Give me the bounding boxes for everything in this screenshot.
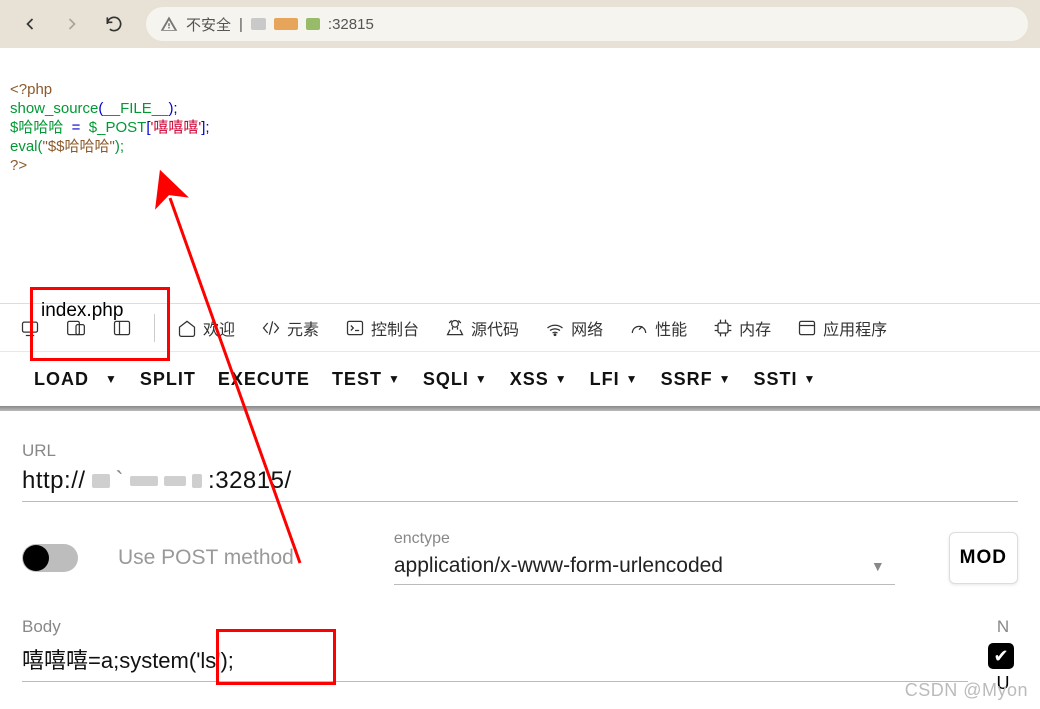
chevron-down-icon: ▼ xyxy=(626,372,639,386)
watermark: CSDN @Myon xyxy=(905,680,1028,701)
page-content: <?php show_source(__FILE__); $哈哈哈 = $_PO… xyxy=(0,48,1040,303)
redacted xyxy=(130,476,158,486)
tab-network[interactable]: 网络 xyxy=(537,304,611,351)
code-token: <?php xyxy=(10,81,52,98)
split-button[interactable]: SPLIT xyxy=(136,369,200,390)
redacted xyxy=(164,476,186,486)
browser-toolbar: 不安全 | :32815 xyxy=(0,0,1040,48)
tab-performance[interactable]: 性能 xyxy=(621,304,695,351)
redacted-host xyxy=(306,18,320,30)
annotation-box: index.php xyxy=(30,287,170,361)
tab-sources[interactable]: 源代码 xyxy=(437,304,527,351)
redacted-host xyxy=(251,18,266,30)
chevron-down-icon: ▼ xyxy=(388,372,401,386)
address-suffix: :32815 xyxy=(328,16,374,33)
annotation-box xyxy=(216,629,336,685)
security-label: 不安全 xyxy=(186,14,231,35)
url-label: URL xyxy=(22,441,1018,461)
code-token: ); xyxy=(115,138,124,155)
code-token: '嘻嘻嘻' xyxy=(150,119,201,136)
enctype-select[interactable]: application/x-www-form-urlencoded ▼ xyxy=(394,548,895,585)
code-token: ); xyxy=(168,100,177,117)
post-toggle-label: Use POST method xyxy=(118,546,294,570)
body-label: Body xyxy=(22,617,968,637)
chevron-down-icon: ▼ xyxy=(719,372,732,386)
mod-button[interactable]: MOD xyxy=(949,532,1018,584)
tab-welcome[interactable]: 欢迎 xyxy=(169,304,243,351)
redacted-host xyxy=(274,18,298,30)
warning-icon xyxy=(160,15,178,33)
tab-memory[interactable]: 内存 xyxy=(705,304,779,351)
chevron-down-icon: ▼ xyxy=(105,372,118,386)
redacted xyxy=(192,474,202,488)
code-token: ?> xyxy=(10,157,27,174)
body-input[interactable]: 嘻嘻嘻=a;system('ls'); xyxy=(22,643,968,682)
code-token: "$$哈哈哈" xyxy=(43,138,115,155)
lfi-dropdown[interactable]: LFI▼ xyxy=(586,369,643,390)
url-input[interactable]: http:// ` :32815/ xyxy=(22,467,1018,502)
code-token: show_source xyxy=(10,100,98,117)
chevron-down-icon: ▼ xyxy=(871,558,885,574)
test-dropdown[interactable]: TEST▼ xyxy=(328,369,405,390)
code-token: $_POST xyxy=(89,119,147,136)
chevron-down-icon: ▼ xyxy=(555,372,568,386)
chevron-down-icon: ▼ xyxy=(475,372,488,386)
code-token: __FILE__ xyxy=(103,100,168,117)
tab-console[interactable]: 控制台 xyxy=(337,304,427,351)
ssrf-dropdown[interactable]: SSRF▼ xyxy=(657,369,736,390)
request-panel: URL http:// ` :32815/ Use POST method en… xyxy=(0,411,1040,694)
post-toggle[interactable] xyxy=(22,544,78,572)
load-button[interactable]: LOAD▼ xyxy=(30,369,122,390)
execute-button[interactable]: EXECUTE xyxy=(214,369,314,390)
devtools: 欢迎 元素 控制台 源代码 网络 性能 内存 应用程序 LOAD▼ SPLIT … xyxy=(0,303,1040,694)
n-label: N xyxy=(988,617,1018,637)
code-token: ]; xyxy=(201,119,209,136)
annotation-label: index.php xyxy=(41,300,123,321)
xss-dropdown[interactable]: XSS▼ xyxy=(506,369,572,390)
address-bar[interactable]: 不安全 | :32815 xyxy=(146,7,1028,41)
reload-button[interactable] xyxy=(96,6,132,42)
code-token: = xyxy=(63,119,88,136)
code-token: $哈哈哈 xyxy=(10,119,63,136)
checkbox[interactable]: ✔ xyxy=(988,643,1014,669)
chevron-down-icon: ▼ xyxy=(803,372,816,386)
redacted xyxy=(92,474,110,488)
back-button[interactable] xyxy=(12,6,48,42)
forward-button[interactable] xyxy=(54,6,90,42)
enctype-label: enctype xyxy=(394,530,895,548)
tab-elements[interactable]: 元素 xyxy=(253,304,327,351)
tab-application[interactable]: 应用程序 xyxy=(789,304,895,351)
sqli-dropdown[interactable]: SQLI▼ xyxy=(419,369,492,390)
ssti-dropdown[interactable]: SSTI▼ xyxy=(749,369,820,390)
code-token: eval( xyxy=(10,138,43,155)
